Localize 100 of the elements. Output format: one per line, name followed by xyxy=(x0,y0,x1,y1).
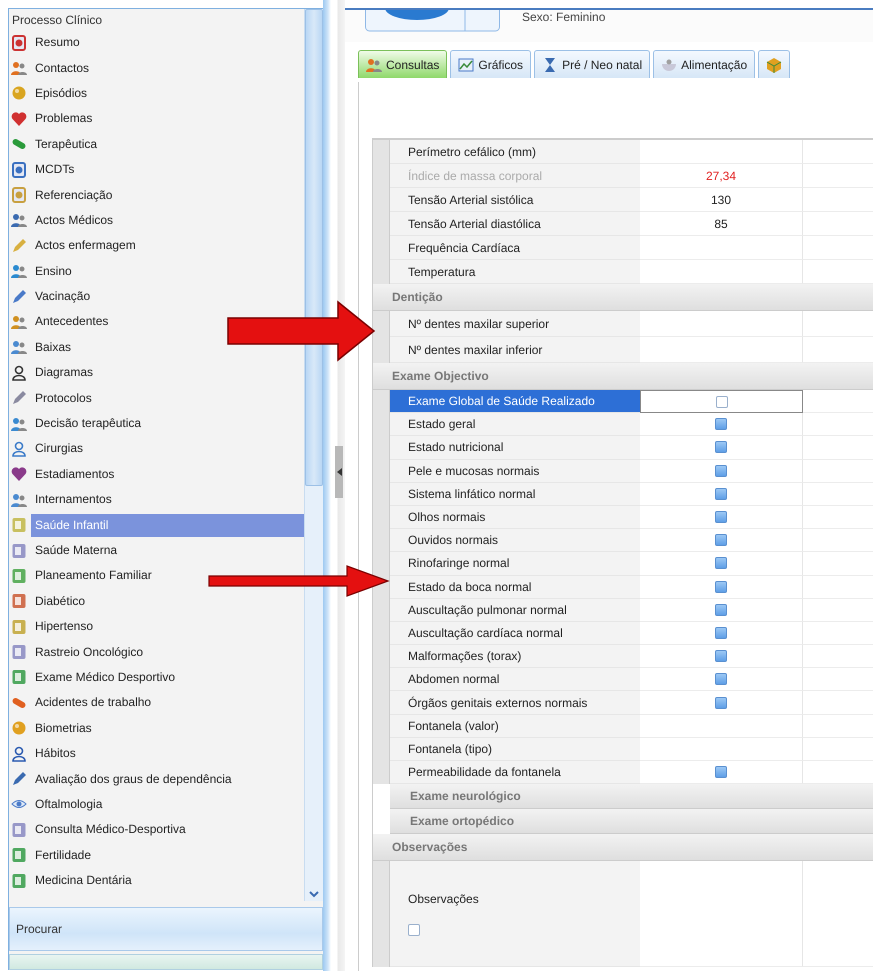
sidebar-item[interactable]: Saúde Materna xyxy=(31,539,122,562)
sidebar-item[interactable]: Exame Médico Desportivo xyxy=(31,666,180,689)
sidebar-item[interactable]: Diabético xyxy=(31,590,90,613)
panel-bar[interactable] xyxy=(9,954,323,970)
field-label: Fontanela (tipo) xyxy=(408,742,492,756)
field-label: Auscultação cardíaca normal xyxy=(408,626,563,640)
sidebar-item[interactable]: Avaliação dos graus de dependência xyxy=(31,768,236,791)
field-label: Sistema linfático normal xyxy=(408,486,536,501)
sidebar-item[interactable]: Acidentes de trabalho xyxy=(31,691,156,714)
collapse-icon[interactable] xyxy=(336,468,342,476)
sidebar-item[interactable]: Rastreio Oncológico xyxy=(31,640,148,664)
sidebar-item[interactable]: Antecedentes xyxy=(31,310,112,334)
sidebar-item[interactable]: Ensino xyxy=(31,260,76,283)
field-label: Frequência Cardíaca xyxy=(408,240,520,254)
value-cell[interactable]: 130 xyxy=(640,188,803,212)
field-label: Nº dentes maxilar inferior xyxy=(408,342,542,356)
tab[interactable]: Gráficos xyxy=(450,50,532,78)
value-text: 130 xyxy=(710,192,732,206)
sidebar-item[interactable]: Cirurgias xyxy=(31,437,88,460)
patient-sex: Sexo: Feminino xyxy=(522,10,606,25)
sidebar-item[interactable]: Protocolos xyxy=(31,386,96,410)
field-label: Permeabilidade da fontanela xyxy=(408,765,561,780)
checkbox[interactable] xyxy=(715,626,727,639)
sidebar-title: Processo Clínico xyxy=(11,12,104,29)
tab[interactable]: Alimentação xyxy=(653,50,756,78)
tab[interactable]: Pré / Neo natal xyxy=(534,50,650,78)
value-text: 27,34 xyxy=(706,168,736,182)
field-label: Abdomen normal xyxy=(408,672,500,686)
section-header[interactable]: Dentição xyxy=(373,284,873,311)
checkbox[interactable] xyxy=(715,418,727,430)
section-header[interactable]: Exame ortopédico xyxy=(390,809,873,834)
checkbox[interactable] xyxy=(715,604,727,616)
field-label: Pele e mucosas normais xyxy=(408,464,540,478)
scrollbar[interactable] xyxy=(304,9,323,901)
field-label: Observações xyxy=(408,892,479,906)
checkbox[interactable] xyxy=(715,534,727,546)
field-label: Auscultação pulmonar normal xyxy=(408,602,567,617)
value-cell[interactable] xyxy=(640,390,803,414)
section-header[interactable]: Observações xyxy=(373,834,873,862)
field-label: Fontanela (valor) xyxy=(408,718,499,733)
sidebar-item[interactable]: Resumo xyxy=(31,31,84,54)
checkbox[interactable] xyxy=(715,696,727,709)
splitter-handle[interactable] xyxy=(335,446,343,498)
sidebar-item[interactable]: Episódios xyxy=(31,82,92,105)
sidebar-item[interactable]: Baixas xyxy=(31,336,76,359)
value-text: 85 xyxy=(714,216,728,230)
sidebar-item[interactable]: Actos enfermagem xyxy=(31,234,140,258)
checkbox[interactable] xyxy=(408,924,420,936)
sidebar-item[interactable]: Hipertenso xyxy=(31,615,98,638)
people-icon xyxy=(366,56,382,72)
checkbox[interactable] xyxy=(715,673,727,686)
tab[interactable] xyxy=(758,50,790,78)
field-label: Ouvidos normais xyxy=(408,533,498,548)
sidebar-item[interactable]: Internamentos xyxy=(31,488,116,512)
value-cell[interactable]: 85 xyxy=(640,212,803,236)
chart-icon xyxy=(458,56,474,72)
sidebar-item[interactable]: Problemas xyxy=(31,107,96,130)
sidebar-item[interactable]: Referenciação xyxy=(31,184,116,207)
sidebar-item[interactable]: Terapêutica xyxy=(31,132,102,156)
checkbox[interactable] xyxy=(715,650,727,662)
sidebar-item[interactable]: Contactos xyxy=(31,56,94,80)
sidebar-item[interactable]: Biometrias xyxy=(31,716,96,740)
sidebar-item[interactable]: Vacinação xyxy=(31,285,94,308)
section-header[interactable]: Exame neurológico xyxy=(390,784,873,810)
cube-icon xyxy=(766,56,782,72)
sidebar-item[interactable]: Diagramas xyxy=(31,361,98,384)
sidebar-item[interactable]: Planeamento Familiar xyxy=(31,564,156,588)
sidebar-item[interactable]: Actos Médicos xyxy=(31,208,118,232)
checkbox[interactable] xyxy=(715,766,727,778)
checkbox[interactable] xyxy=(715,580,727,593)
sidebar-item[interactable]: MCDTs xyxy=(31,158,78,182)
checkbox[interactable] xyxy=(715,464,727,477)
field-label: Índice de massa corporal xyxy=(408,168,542,182)
section-header[interactable]: Exame Objectivo xyxy=(373,363,873,390)
field-label: Órgãos genitais externos normais xyxy=(408,696,588,710)
field-label: Rinofaringe normal xyxy=(408,556,510,570)
sidebar-item[interactable]: Medicina Dentária xyxy=(31,869,136,892)
scroll-down-icon[interactable] xyxy=(309,890,319,898)
sidebar-item[interactable]: Oftalmologia xyxy=(31,792,106,816)
checkbox[interactable] xyxy=(715,488,727,500)
bowl-icon xyxy=(661,56,678,72)
sidebar-item[interactable]: Estadiamentos xyxy=(31,462,118,486)
checkbox[interactable] xyxy=(715,441,727,454)
field-label: Nº dentes maxilar superior xyxy=(408,316,550,330)
field-label: Tensão Arterial sistólica xyxy=(408,192,534,206)
checkbox[interactable] xyxy=(715,557,727,570)
field-label: Perímetro cefálico (mm) xyxy=(408,144,536,158)
sidebar-item[interactable]: Fertilidade xyxy=(31,844,96,867)
field-label: Estado da boca normal xyxy=(408,580,532,594)
field-label: Olhos normais xyxy=(408,510,486,524)
checkbox[interactable] xyxy=(715,511,727,524)
field-label: Estado nutricional xyxy=(408,440,504,454)
sidebar-item[interactable]: Hábitos xyxy=(31,742,80,766)
tab[interactable]: Consultas xyxy=(358,50,448,78)
field-label: Estado geral xyxy=(408,417,476,432)
sidebar-item[interactable]: Consulta Médico-Desportiva xyxy=(31,818,190,842)
checkbox[interactable] xyxy=(716,396,728,408)
sidebar-item[interactable]: Decisão terapêutica xyxy=(31,412,146,436)
field-label: Malformações (torax) xyxy=(408,649,522,664)
search-button[interactable]: Procurar xyxy=(9,907,323,951)
